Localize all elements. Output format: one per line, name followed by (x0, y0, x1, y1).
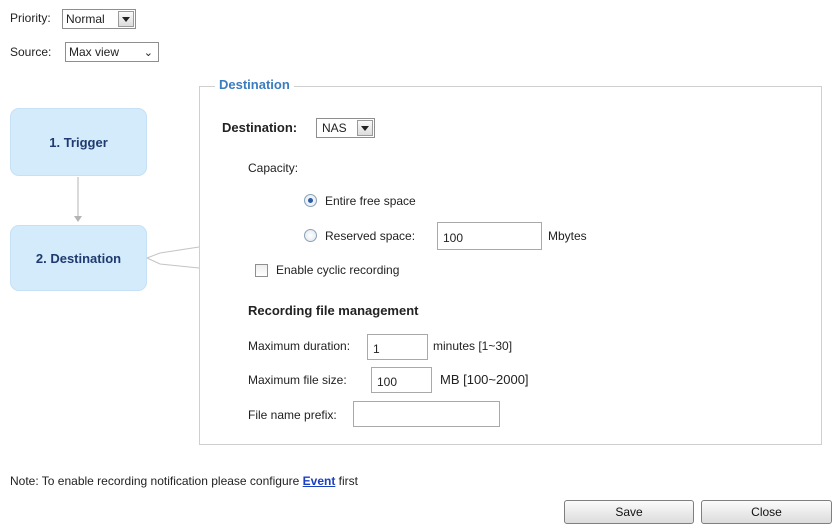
cyclic-recording-checkbox[interactable] (255, 264, 268, 277)
reserved-space-input[interactable] (437, 222, 542, 250)
reserved-space-radio[interactable] (304, 229, 317, 242)
capacity-label: Capacity: (248, 161, 299, 175)
destination-value: NAS (322, 121, 347, 135)
entire-free-space-radio[interactable] (304, 194, 317, 207)
reserved-space-label: Reserved space: (325, 229, 416, 243)
max-file-size-label: Maximum file size: (248, 373, 347, 387)
event-link[interactable]: Event (303, 474, 336, 488)
max-file-size-unit: MB [100~2000] (440, 372, 529, 387)
max-file-size-input[interactable] (371, 367, 432, 393)
destination-label: Destination: (222, 120, 298, 135)
cyclic-recording-label: Enable cyclic recording (276, 263, 400, 277)
note-text-after: first (335, 474, 358, 488)
entire-free-space-label: Entire free space (325, 194, 416, 208)
close-button-label: Close (751, 505, 782, 519)
save-button[interactable]: Save (564, 500, 694, 524)
max-duration-input[interactable] (367, 334, 428, 360)
file-management-title: Recording file management (248, 303, 419, 318)
file-prefix-label: File name prefix: (248, 408, 337, 422)
file-prefix-input[interactable] (353, 401, 500, 427)
close-button[interactable]: Close (701, 500, 832, 524)
destination-legend: Destination (215, 77, 294, 92)
flow-connector (74, 177, 200, 269)
max-duration-unit: minutes [1~30] (433, 339, 513, 353)
recording-note: Note: To enable recording notification p… (10, 474, 358, 488)
destination-select[interactable]: NAS (316, 118, 375, 138)
reserved-space-unit: Mbytes (548, 229, 587, 243)
dropdown-arrow-icon[interactable] (357, 120, 373, 136)
save-button-label: Save (615, 505, 643, 519)
note-text-before: Note: To enable recording notification p… (10, 474, 303, 488)
arrow-down-icon (74, 216, 82, 222)
max-duration-label: Maximum duration: (248, 339, 351, 353)
